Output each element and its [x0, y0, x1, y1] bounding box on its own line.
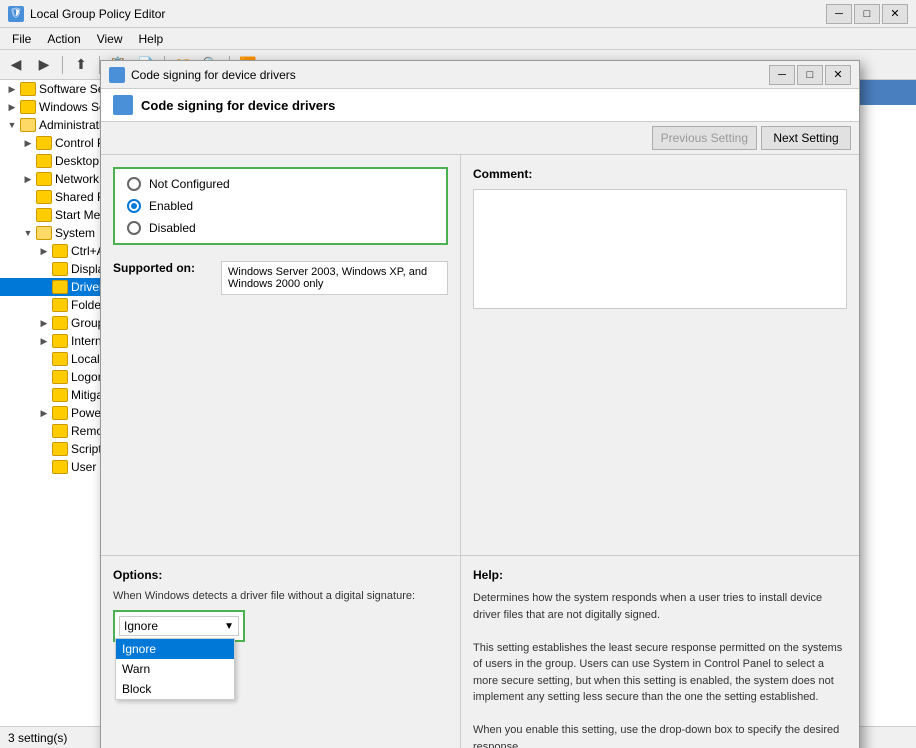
dialog-sub-header: Code signing for device drivers [101, 89, 859, 122]
radio-label-enabled: Enabled [149, 199, 193, 213]
help-text: Determines how the system responds when … [473, 590, 847, 748]
radio-not-configured[interactable]: Not Configured [127, 177, 434, 191]
dropdown-select[interactable]: Ignore ▼ [119, 616, 239, 636]
radio-input-not-configured[interactable] [127, 177, 141, 191]
previous-setting-button[interactable]: Previous Setting [652, 126, 757, 150]
radio-input-enabled[interactable] [127, 199, 141, 213]
dialog-sub-title: Code signing for device drivers [141, 98, 335, 113]
help-panel: Help: Determines how the system responds… [461, 556, 859, 748]
dialog-title-left: Code signing for device drivers [109, 67, 296, 83]
radio-disabled[interactable]: Disabled [127, 221, 434, 235]
dropdown-option-warn[interactable]: Warn [116, 659, 234, 679]
options-panel: Options: When Windows detects a driver f… [101, 556, 461, 748]
dialog-body: Not Configured Enabled Disabled Supporte… [101, 155, 859, 555]
next-setting-button[interactable]: Next Setting [761, 126, 851, 150]
options-description: When Windows detects a driver file witho… [113, 590, 448, 602]
supported-on-label: Supported on: [113, 261, 213, 275]
radio-group: Not Configured Enabled Disabled [113, 167, 448, 245]
policy-dialog: Code signing for device drivers ─ □ ✕ Co… [100, 60, 860, 748]
dialog-right-panel: Comment: [461, 155, 859, 555]
supported-on-text: Windows Server 2003, Windows XP, and Win… [228, 266, 427, 290]
radio-label-not-configured: Not Configured [149, 177, 230, 191]
dialog-sub-icon [113, 95, 133, 115]
options-title: Options: [113, 568, 448, 582]
dialog-maximize-btn[interactable]: □ [797, 65, 823, 85]
dialog-overlay: Code signing for device drivers ─ □ ✕ Co… [0, 0, 916, 748]
dialog-title-bar: Code signing for device drivers ─ □ ✕ [101, 61, 859, 89]
supported-on-section: Supported on: Windows Server 2003, Windo… [113, 257, 448, 299]
comment-box[interactable] [473, 189, 847, 309]
dialog-toolbar: Previous Setting Next Setting [101, 122, 859, 155]
dialog-minimize-btn[interactable]: ─ [769, 65, 795, 85]
dialog-controls: ─ □ ✕ [769, 65, 851, 85]
comment-label: Comment: [473, 167, 847, 181]
dialog-options-row: Options: When Windows detects a driver f… [101, 555, 859, 748]
dropdown-option-block[interactable]: Block [116, 679, 234, 699]
dropdown-container: Ignore ▼ Ignore Warn Block [113, 610, 245, 642]
supported-on-value: Windows Server 2003, Windows XP, and Win… [221, 261, 448, 295]
radio-label-disabled: Disabled [149, 221, 196, 235]
dropdown-menu: Ignore Warn Block [115, 638, 235, 700]
dialog-close-btn[interactable]: ✕ [825, 65, 851, 85]
radio-input-disabled[interactable] [127, 221, 141, 235]
dropdown-option-ignore[interactable]: Ignore [116, 639, 234, 659]
dropdown-selected-value: Ignore [124, 619, 158, 633]
dialog-icon [109, 67, 125, 83]
help-title: Help: [473, 568, 847, 582]
radio-enabled[interactable]: Enabled [127, 199, 434, 213]
dialog-left-panel: Not Configured Enabled Disabled Supporte… [101, 155, 461, 555]
dialog-title: Code signing for device drivers [131, 68, 296, 82]
dropdown-arrow-icon: ▼ [224, 621, 234, 632]
